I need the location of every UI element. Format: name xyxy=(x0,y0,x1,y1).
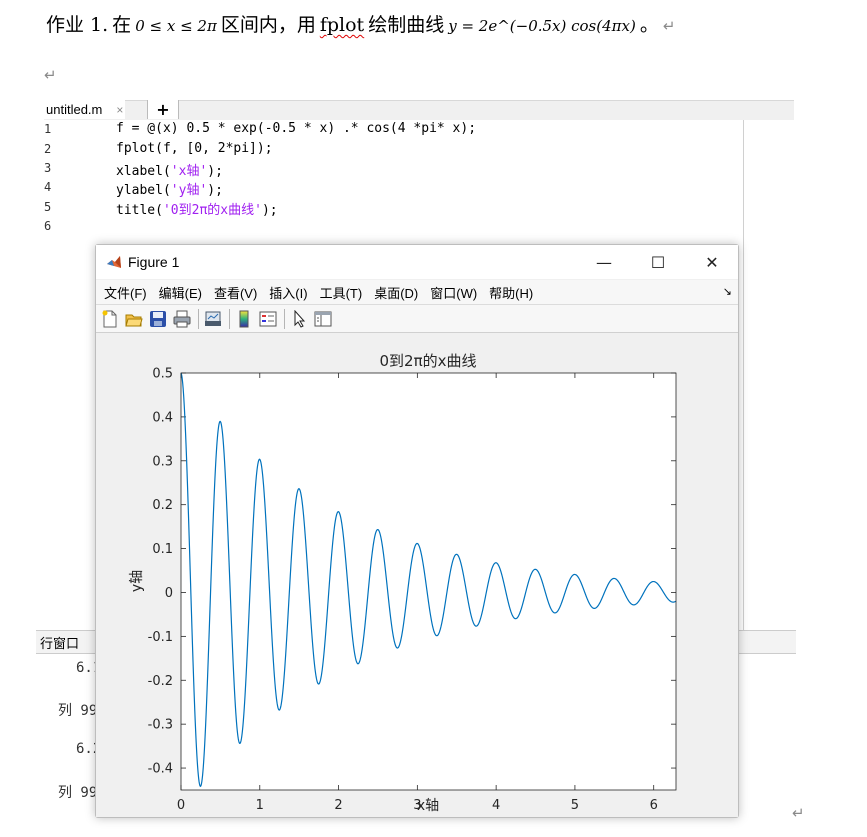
figure-menu-bar: 文件(F) 编辑(E) 查看(V) 插入(I) 工具(T) 桌面(D) 窗口(W… xyxy=(96,280,738,305)
heading-mid: 区间内，用 xyxy=(220,14,316,36)
line-number-gutter: 1 2 3 4 5 6 xyxy=(44,120,104,240)
line-chart[interactable]: 0 1 2 3 4 5 6-0.4-0.3-0.2-0.100.10.20.30.40.5 … xyxy=(96,334,738,817)
y-tick-label: 0 xyxy=(165,586,173,601)
y-tick-label: -0.1 xyxy=(148,630,173,645)
code-string: '0到2π的x曲线' xyxy=(162,203,262,218)
editor-tab-label: untitled.m xyxy=(46,102,103,117)
code-line[interactable]: title('0到2π的x曲线'); xyxy=(116,199,278,218)
legend-icon[interactable] xyxy=(258,309,278,329)
minimize-button[interactable]: — xyxy=(584,249,624,275)
heading-in: 在 xyxy=(112,14,132,36)
pointer-icon[interactable] xyxy=(289,309,309,329)
code-token: ylabel( xyxy=(116,183,171,198)
x-tick-label: 2 xyxy=(334,798,342,813)
document-heading: 作业 1. 在 0 ≤ x ≤ 2π 区间内，用 fplot 绘制曲线 y = … xyxy=(46,10,675,37)
line-number: 1 xyxy=(44,122,52,136)
code-token: xlabel( xyxy=(116,164,171,179)
code-token: ); xyxy=(207,183,223,198)
print-figure-icon[interactable] xyxy=(203,309,223,329)
y-tick-label: -0.2 xyxy=(148,674,173,689)
code-string: 'y轴' xyxy=(170,183,208,198)
toolbar-separator xyxy=(229,308,230,329)
menu-desktop[interactable]: 桌面(D) xyxy=(374,283,418,302)
toolbar-separator xyxy=(198,308,199,329)
print-icon[interactable] xyxy=(172,309,192,329)
command-output-line: 列 99 xyxy=(58,703,98,719)
paragraph-mark-icon: ↵ xyxy=(44,66,57,84)
menu-help[interactable]: 帮助(H) xyxy=(489,283,533,302)
line-number: 3 xyxy=(44,161,52,175)
line-number: 5 xyxy=(44,200,52,214)
menu-window[interactable]: 窗口(W) xyxy=(430,283,477,302)
code-line[interactable]: f = @(x) 0.5 * exp(-0.5 * x) .* cos(4 *p… xyxy=(116,121,476,136)
heading-end: 。 xyxy=(639,14,659,36)
menu-edit[interactable]: 编辑(E) xyxy=(159,283,202,302)
close-tab-icon[interactable]: × xyxy=(116,103,123,117)
y-tick-label: -0.3 xyxy=(148,718,173,733)
y-tick-label: 0.1 xyxy=(152,542,173,557)
heading-range: 0 ≤ x ≤ 2π xyxy=(135,17,217,35)
heading-fplot: fplot xyxy=(319,14,365,36)
axes-background[interactable] xyxy=(181,373,676,790)
chart-title: 0到2π的x曲线 xyxy=(380,352,477,370)
y-tick-label: 0.2 xyxy=(152,498,173,513)
editor-tab-untitled[interactable]: untitled.m × xyxy=(44,100,126,119)
x-axis-label: x轴 xyxy=(417,798,439,814)
close-button[interactable]: ✕ xyxy=(692,249,732,275)
x-tick-label: 4 xyxy=(492,798,500,813)
paragraph-mark-icon: ↵ xyxy=(662,17,676,35)
code-token: title( xyxy=(116,203,163,218)
command-window-title: 行窗口 xyxy=(40,637,80,652)
editor-right-margin-line xyxy=(743,120,744,630)
y-tick-label: 0.5 xyxy=(152,367,173,382)
figure-title: Figure 1 xyxy=(128,254,180,270)
property-inspector-icon[interactable] xyxy=(313,309,333,329)
line-number: 4 xyxy=(44,180,52,194)
x-tick-label: 0 xyxy=(177,798,185,813)
menu-insert[interactable]: 插入(I) xyxy=(269,283,307,302)
open-file-icon[interactable] xyxy=(124,309,144,329)
colorbar-icon[interactable] xyxy=(234,309,254,329)
y-tick-label: 0.3 xyxy=(152,454,173,469)
code-token: ); xyxy=(261,203,278,218)
menu-view[interactable]: 查看(V) xyxy=(214,283,257,302)
figure-canvas[interactable]: 0 1 2 3 4 5 6 -0.4 -0.3 -0.2 -0.1 0 0.1 0.2 0.3 0.4 0.5 … xyxy=(96,334,738,817)
x-tick-label: 6 xyxy=(650,798,658,813)
figure-toolbar xyxy=(96,305,738,333)
menu-tools[interactable]: 工具(T) xyxy=(320,283,363,302)
figure-title-bar[interactable]: Figure 1 — ☐ ✕ xyxy=(96,245,738,279)
dock-figure-icon[interactable]: ↘ xyxy=(723,285,732,298)
x-tick-label: 1 xyxy=(256,798,264,813)
line-number: 2 xyxy=(44,142,52,156)
code-token: ); xyxy=(207,164,223,179)
y-tick-label: -0.4 xyxy=(148,762,173,777)
new-figure-icon[interactable] xyxy=(100,309,120,329)
toolbar-separator xyxy=(284,308,285,329)
code-line[interactable]: xlabel('x轴'); xyxy=(116,160,223,179)
command-output-line: 列 99 xyxy=(58,785,98,801)
y-tick-label: 0.4 xyxy=(152,410,173,425)
code-string: 'x轴' xyxy=(170,164,208,179)
menu-file[interactable]: 文件(F) xyxy=(104,283,147,302)
line-number: 6 xyxy=(44,219,52,233)
code-line[interactable]: fplot(f, [0, 2*pi]); xyxy=(116,141,273,156)
heading-tail: 绘制曲线 xyxy=(368,14,445,36)
heading-prefix: 作业 1. xyxy=(46,14,109,36)
code-line[interactable]: ylabel('y轴'); xyxy=(116,179,223,198)
maximize-button[interactable]: ☐ xyxy=(638,249,678,275)
figure-window[interactable]: Figure 1 — ☐ ✕ 文件(F) 编辑(E) 查看(V) 插入(I) 工… xyxy=(95,244,739,818)
x-tick-label: 5 xyxy=(571,798,579,813)
paragraph-mark-icon: ↵ xyxy=(792,804,805,822)
save-icon[interactable] xyxy=(148,309,168,329)
heading-formula: y = 2e^(−0.5x) cos(4πx) xyxy=(448,17,636,35)
matlab-logo-icon xyxy=(106,254,122,270)
add-tab-button[interactable]: + xyxy=(147,100,179,119)
y-axis-label: y轴 xyxy=(129,570,145,592)
